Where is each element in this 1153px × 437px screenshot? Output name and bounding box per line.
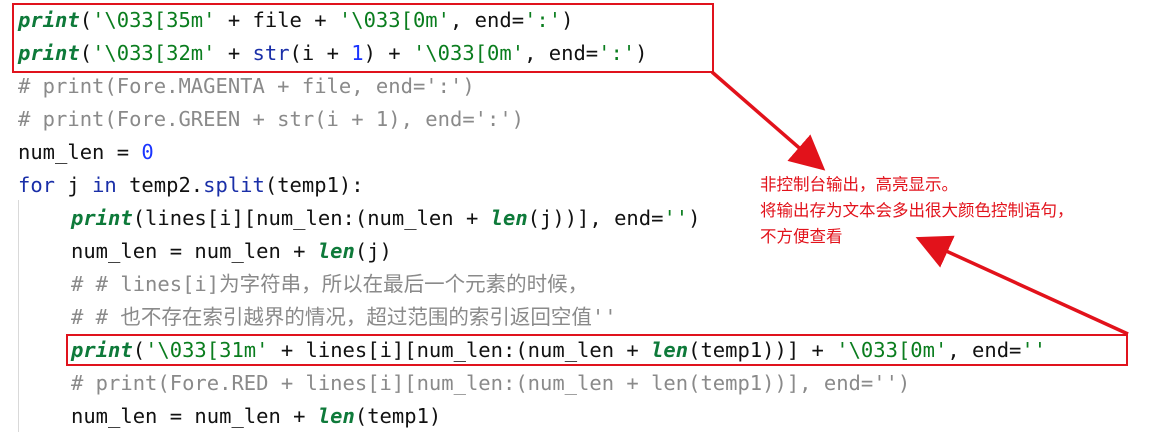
annotation-arrows (710, 70, 1129, 336)
arrow-bottom-to-note (915, 235, 1129, 336)
arrow-top-to-note (710, 70, 826, 171)
